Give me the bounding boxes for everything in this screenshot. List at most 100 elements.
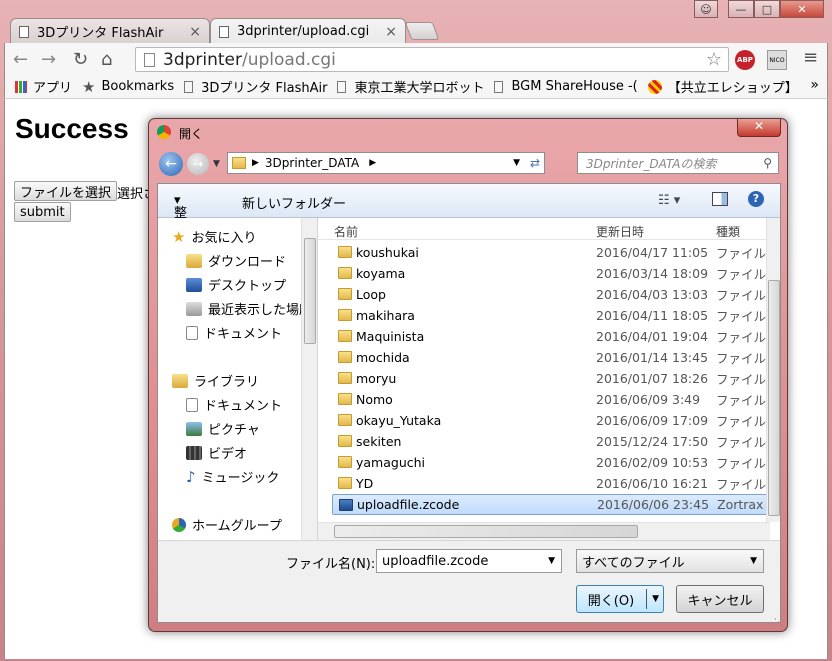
recent-dropdown-icon[interactable]: ▼ [213, 159, 220, 169]
tab-flashair[interactable]: 3Dプリンタ FlashAir × [10, 18, 210, 44]
maximize-button[interactable]: □ [754, 0, 780, 18]
url-path: /upload.cgi [242, 49, 336, 70]
forward-icon[interactable]: → [187, 153, 209, 175]
bookmark-apps[interactable]: アプリ [15, 77, 72, 96]
chevron-down-icon[interactable]: ▼ [548, 556, 555, 566]
file-name: sekiten [356, 434, 402, 449]
new-tab-button[interactable] [404, 22, 440, 40]
folder-item[interactable]: okayu_Yutaka 2016/06/09 17:09 ファイル [332, 410, 768, 431]
dialog-close-button[interactable]: ✕ [737, 119, 781, 137]
folder-item[interactable]: makihara 2016/04/11 18:05 ファイル [332, 305, 768, 326]
nav-scrollbar[interactable] [301, 218, 317, 540]
bookmark-bgm[interactable]: BGM ShareHouse -( [494, 79, 638, 94]
nav-libraries[interactable]: ライブラリ [172, 371, 259, 390]
forward-icon[interactable]: → [41, 49, 56, 70]
folder-item[interactable]: moryu 2016/01/07 18:26 ファイル [332, 368, 768, 389]
file-name: koushukai [356, 245, 419, 260]
organize-button[interactable]: 整理 ▾ [174, 193, 187, 240]
folder-item[interactable]: Maquinista 2016/04/01 19:04 ファイル [332, 326, 768, 347]
file-type-select[interactable]: すべてのファイル ▼ [576, 549, 764, 573]
file-type: ファイル [716, 456, 767, 471]
refresh-icon[interactable]: ⇄ [530, 156, 540, 170]
submit-button[interactable]: submit [14, 202, 71, 222]
file-type: ファイル [716, 477, 767, 492]
library-icon [172, 373, 188, 388]
picture-icon [186, 421, 202, 436]
back-icon[interactable]: ← [159, 152, 183, 176]
help-icon[interactable]: ? [748, 191, 764, 207]
folder-item[interactable]: koyama 2016/03/14 18:09 ファイル [332, 263, 768, 284]
file-item[interactable]: uploadfile.zcode 2016/06/06 23:45 Zortrax [332, 494, 768, 515]
search-input[interactable]: 3Dprinter_DATAの検索 ⚲ [577, 152, 779, 174]
scroll-thumb[interactable] [334, 525, 638, 538]
list-scrollbar[interactable] [766, 218, 780, 522]
nav-lib-documents[interactable]: ドキュメント [186, 395, 282, 414]
open-file-dialog: 開く ✕ ← → ▼ ▶ 3Dprinter_DATA ▶ ▼ ⇄ 3Dprin… [148, 118, 788, 632]
document-icon [186, 397, 198, 412]
star-icon[interactable]: ☆ [706, 49, 722, 70]
bookmark-bookmarks[interactable]: ★ Bookmarks [82, 78, 174, 96]
more-bookmarks-icon[interactable]: » [810, 77, 819, 93]
bookmark-flashair[interactable]: 3Dプリンタ FlashAir [184, 77, 327, 96]
menu-icon[interactable]: ≡ [803, 47, 818, 68]
folder-item[interactable]: yamaguchi 2016/02/09 10:53 ファイル [332, 452, 768, 473]
breadcrumb-item[interactable]: 3Dprinter_DATA [265, 156, 359, 170]
nav-music[interactable]: ♪ ミュージック [186, 467, 279, 487]
new-folder-button[interactable]: 新しいフォルダー [242, 193, 346, 212]
chevron-down-icon[interactable]: ▼ [750, 556, 757, 566]
breadcrumb[interactable]: ▶ 3Dprinter_DATA ▶ ▼ ⇄ [227, 152, 545, 174]
back-icon[interactable]: ← [13, 49, 28, 70]
file-date: 2016/01/14 13:45 [596, 350, 709, 365]
chevron-down-icon[interactable]: ▼ [652, 594, 659, 604]
dialog-footer: ファイル名(N): uploadfile.zcode ▼ すべてのファイル ▼ … [158, 540, 780, 622]
reload-icon[interactable]: ↻ [73, 49, 88, 70]
folder-icon [338, 246, 352, 258]
file-date: 2016/06/09 17:09 [596, 413, 709, 428]
nav-documents[interactable]: ドキュメント [186, 323, 282, 342]
preview-pane-icon[interactable] [712, 192, 728, 206]
column-name[interactable]: 名前 [334, 223, 358, 240]
nav-desktop[interactable]: デスクトップ [186, 275, 286, 294]
scroll-thumb[interactable] [304, 238, 316, 344]
view-icon[interactable]: ☷ ▾ [658, 193, 680, 208]
close-window-button[interactable]: ✕ [780, 0, 824, 18]
close-tab-icon[interactable]: × [385, 24, 397, 40]
horizontal-scrollbar[interactable] [318, 522, 770, 540]
nav-homegroup[interactable]: ホームグループ [172, 515, 282, 534]
cancel-button[interactable]: キャンセル [676, 585, 764, 613]
file-type: ファイル [716, 435, 767, 450]
address-bar[interactable]: 3dprinter/upload.cgi ☆ [135, 47, 729, 72]
bookmark-titech[interactable]: 東京工業大学ロボット [337, 77, 484, 96]
choose-file-button[interactable]: ファイルを選択 [14, 181, 118, 201]
folder-item[interactable]: sekiten 2015/12/24 17:50 ファイル [332, 431, 768, 452]
folder-item[interactable]: Loop 2016/04/03 13:03 ファイル [332, 284, 768, 305]
column-type[interactable]: 種類 [716, 223, 740, 240]
open-button[interactable]: 開く(O) ▼ [576, 585, 664, 613]
adblock-icon[interactable]: ABP [735, 50, 755, 70]
home-icon[interactable]: ⌂ [101, 49, 112, 70]
chevron-down-icon[interactable]: ▼ [513, 158, 520, 168]
nav-pictures[interactable]: ピクチャ [186, 419, 260, 438]
file-date: 2015/12/24 17:50 [596, 434, 709, 449]
nav-videos[interactable]: ビデオ [186, 443, 247, 462]
folder-item[interactable]: Nomo 2016/06/09 3:49 ファイル [332, 389, 768, 410]
tab-upload[interactable]: 3dprinter/upload.cgi × [210, 18, 406, 44]
filename-field[interactable]: uploadfile.zcode ▼ [376, 549, 562, 573]
scroll-thumb[interactable] [768, 280, 780, 516]
minimize-button[interactable]: — [728, 0, 754, 18]
nav-favorites[interactable]: ★ お気に入り [172, 227, 256, 247]
nav-recent[interactable]: 最近表示した場所 [186, 299, 312, 318]
search-icon[interactable]: ⚲ [763, 156, 772, 170]
folder-item[interactable]: YD 2016/06/10 16:21 ファイル [332, 473, 768, 494]
nico-icon[interactable]: NICO [767, 50, 787, 70]
folder-item[interactable]: koushukai 2016/04/17 11:05 ファイル [332, 242, 768, 263]
folder-icon [338, 414, 352, 426]
nav-downloads[interactable]: ダウンロード [186, 251, 286, 270]
folder-item[interactable]: mochida 2016/01/14 13:45 ファイル [332, 347, 768, 368]
close-tab-icon[interactable]: × [189, 24, 201, 40]
column-date[interactable]: 更新日時 [596, 223, 644, 240]
user-icon[interactable]: ☺ [694, 0, 718, 18]
filename-label: ファイル名(N): [286, 557, 376, 572]
bookmark-kyoritsu[interactable]: 【共立エレショップ】 [647, 77, 798, 96]
resize-grip[interactable]: ⋱ [774, 618, 783, 628]
